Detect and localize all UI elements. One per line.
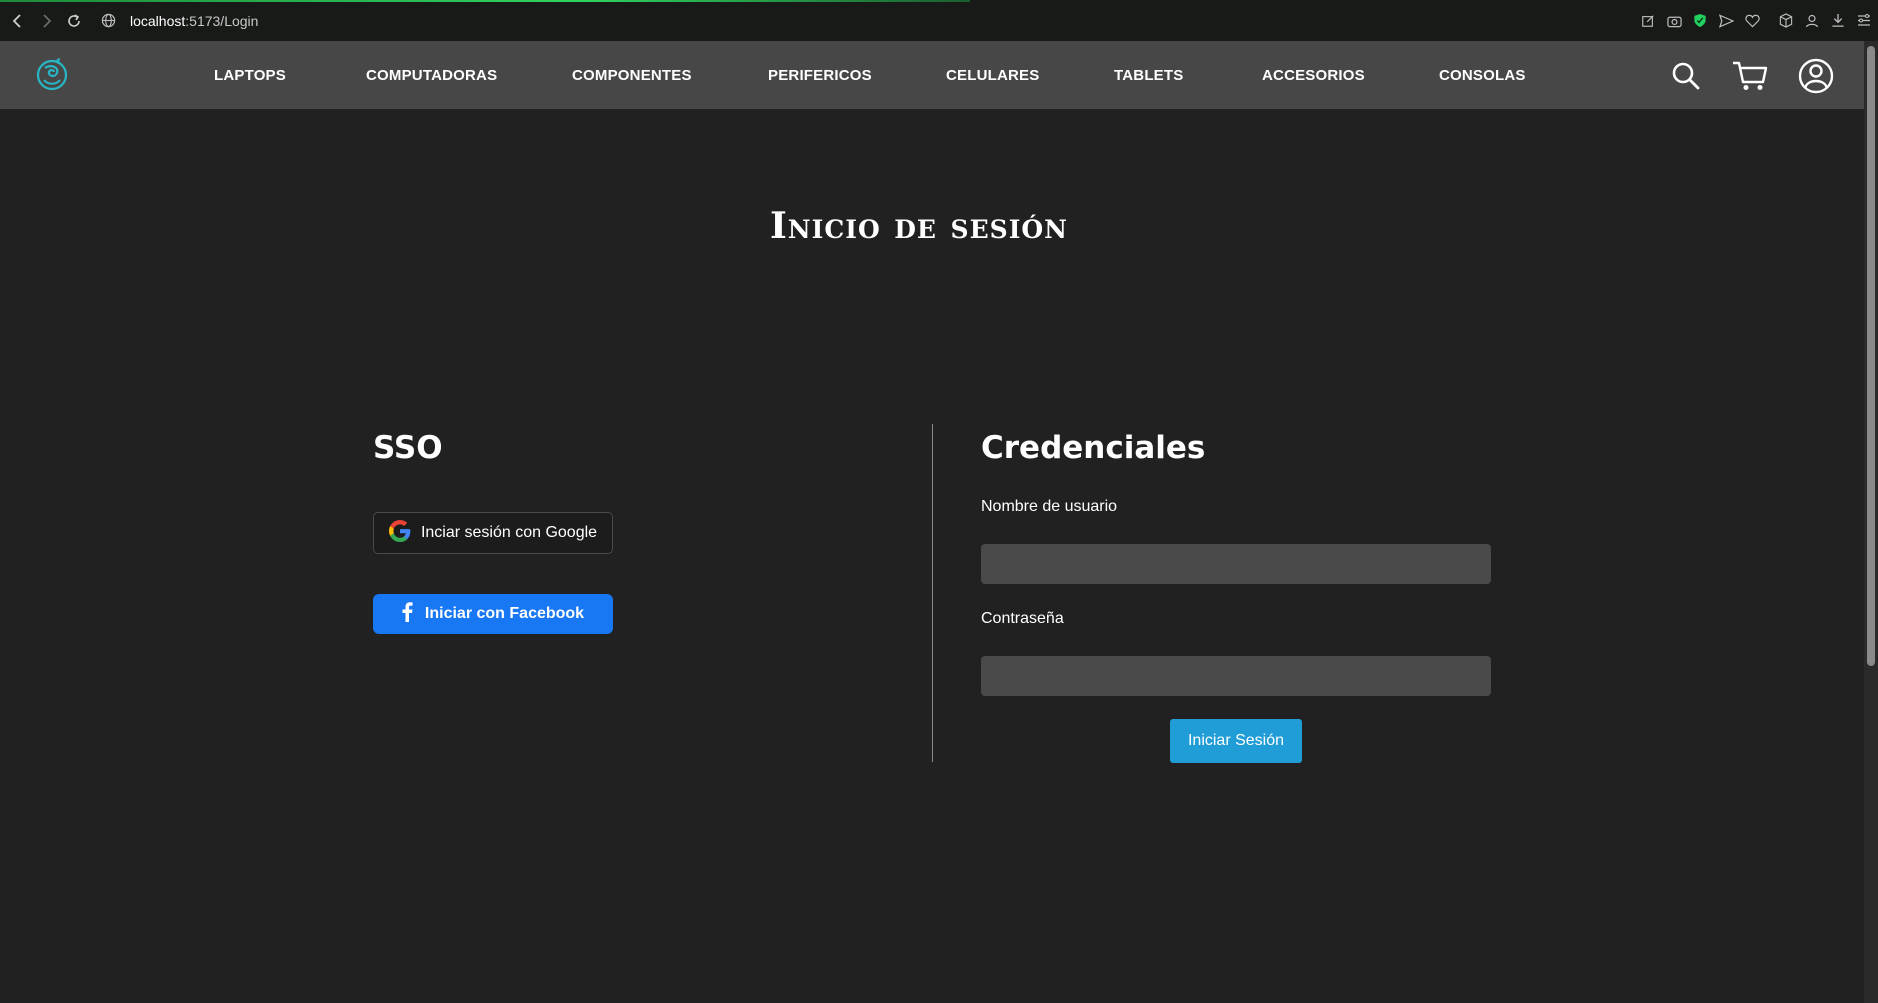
password-label: Contraseña [981,610,1064,627]
search-icon[interactable] [1669,59,1703,93]
forward-icon[interactable] [32,7,60,35]
google-signin-button[interactable]: Inciar sesión con Google [373,512,613,554]
credentials-heading: Credenciales [981,430,1206,466]
page-title: Inicio de sesión [769,205,1069,247]
nav-item-tablets[interactable]: TABLETS [1114,41,1183,109]
nav-item-celulares[interactable]: CELULARES [946,41,1039,109]
column-divider [932,424,933,762]
scrollbar-thumb[interactable] [1867,46,1875,666]
facebook-signin-label: Iniciar con Facebook [424,605,585,622]
brand-logo-icon[interactable] [35,57,69,92]
browser-toolbar: localhost:5173/Login [0,0,1878,41]
address-bar[interactable]: localhost:5173/Login [130,13,258,29]
facebook-icon [402,601,413,627]
cube-icon[interactable] [1778,13,1794,29]
google-icon [388,519,411,547]
nav-item-perifericos[interactable]: PERIFERICOS [768,41,872,109]
reload-icon[interactable] [60,7,88,35]
menu-icon[interactable] [1856,13,1872,29]
profile-icon[interactable] [1804,13,1820,29]
globe-icon [94,7,122,35]
nav-item-accesorios[interactable]: ACCESORIOS [1262,41,1365,109]
sso-heading: SSO [373,430,443,466]
url-host: localhost [130,12,186,29]
back-icon[interactable] [4,7,32,35]
page-loading-bar [0,0,970,2]
url-path: :5173/Login [185,12,259,29]
google-signin-label: Inciar sesión con Google [420,524,598,541]
shield-icon[interactable] [1692,13,1708,29]
browser-extensions [1640,0,1872,41]
nav-item-laptops[interactable]: LAPTOPS [214,41,286,109]
heart-icon[interactable] [1744,13,1760,29]
nav-item-consolas[interactable]: CONSOLAS [1439,41,1526,109]
password-field[interactable] [981,656,1491,696]
facebook-signin-button[interactable]: Iniciar con Facebook [373,594,613,634]
nav-item-computadoras[interactable]: COMPUTADORAS [366,41,497,109]
user-icon[interactable] [1798,58,1834,94]
send-icon[interactable] [1718,13,1734,29]
download-icon[interactable] [1830,13,1846,29]
camera-icon[interactable] [1666,13,1682,29]
username-field[interactable] [981,544,1491,584]
cart-icon[interactable] [1731,59,1769,93]
nav-item-componentes[interactable]: COMPONENTES [572,41,692,109]
username-label: Nombre de usuario [981,498,1118,515]
edit-page-icon[interactable] [1640,13,1656,29]
login-submit-button[interactable]: Iniciar Sesión [1170,719,1302,763]
site-navbar: LAPTOPS COMPUTADORAS COMPONENTES PERIFER… [0,41,1864,109]
